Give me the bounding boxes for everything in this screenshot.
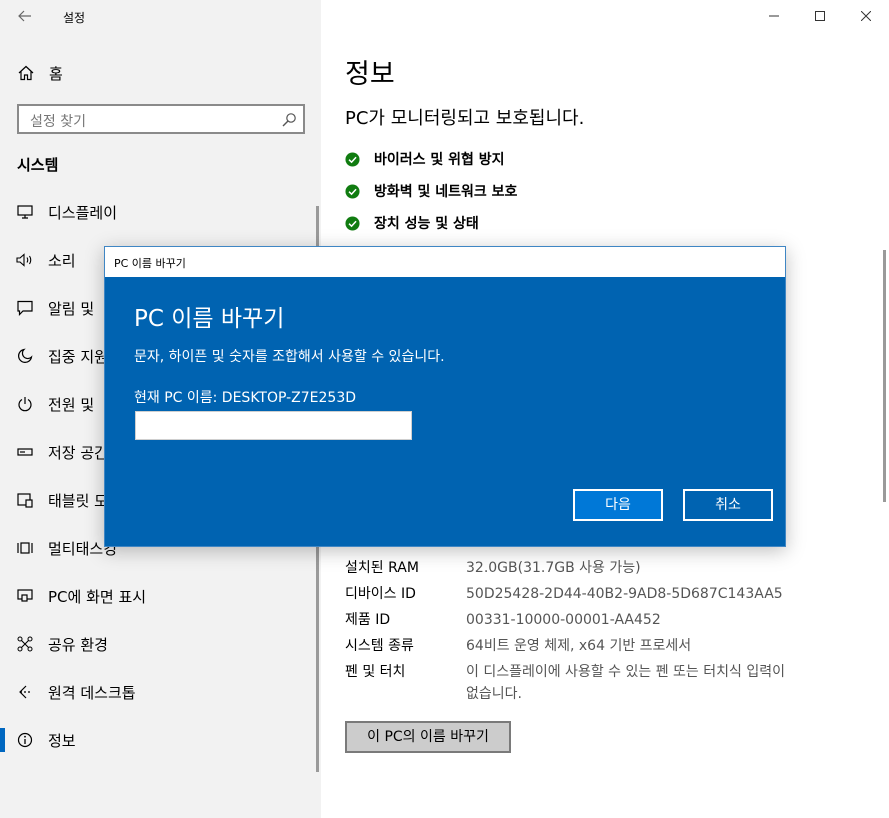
spec-value: 64비트 운영 체제, x64 기반 프로세서: [466, 638, 692, 654]
spec-value: 00331-10000-00001-AA452: [466, 612, 661, 628]
sidebar-item-label: 알림 및: [48, 299, 95, 318]
window-controls: [751, 0, 889, 32]
sidebar-item-display[interactable]: 디스플레이: [0, 192, 321, 232]
remote-icon: [16, 683, 34, 701]
sidebar-item-remote-desktop[interactable]: 원격 데스크톱: [0, 672, 321, 712]
protection-item[interactable]: 방화벽 및 네트워크 보호: [345, 180, 517, 202]
sidebar-item-label: 전원 및: [48, 395, 95, 414]
back-button[interactable]: [12, 4, 38, 28]
spec-value: 50D25428-2D44-40B2-9AD8-5D687C143AA5: [466, 586, 783, 602]
dialog-window-title: PC 이름 바꾸기: [114, 257, 186, 270]
search-box[interactable]: 설정 찾기: [17, 104, 305, 134]
sidebar-item-label: 집중 지원: [48, 347, 108, 366]
sidebar-item-shared[interactable]: 공유 환경: [0, 624, 321, 664]
minimize-button[interactable]: [751, 0, 797, 32]
rename-pc-button[interactable]: 이 PC의 이름 바꾸기: [345, 721, 511, 753]
spec-value: 이 디스플레이에 사용할 수 있는 펜 또는 터치식 입력이 없습니다.: [466, 664, 785, 702]
protection-item[interactable]: 바이러스 및 위협 방지: [345, 148, 505, 170]
dialog-heading: PC 이름 바꾸기: [134, 306, 285, 332]
sidebar-item-label: 디스플레이: [48, 203, 118, 222]
monitor-icon: [16, 203, 34, 221]
rename-pc-dialog: PC 이름 바꾸기 PC 이름 바꾸기 문자, 하이픈 및 숫자를 조합해서 사…: [104, 246, 786, 547]
spec-key: 시스템 종류: [345, 638, 414, 654]
maximize-icon: [815, 11, 825, 21]
next-button[interactable]: 다음: [573, 489, 663, 521]
spec-key: 디바이스 ID: [345, 586, 416, 602]
sidebar-item-about[interactable]: 정보: [0, 720, 321, 760]
spec-key: 펜 및 터치: [345, 664, 406, 680]
current-pc-name: 현재 PC 이름: DESKTOP-Z7E253D: [134, 390, 357, 406]
back-arrow-icon: [18, 10, 31, 22]
page-title: 정보: [345, 59, 395, 90]
check-circle-icon: [345, 183, 360, 199]
minimize-icon: [769, 15, 779, 17]
protection-label: 장치 성능 및 상태: [374, 216, 479, 232]
protection-status-text: PC가 모니터링되고 보호됩니다.: [345, 108, 585, 129]
sidebar-item-label: 정보: [48, 731, 76, 750]
protection-label: 바이러스 및 위협 방지: [374, 152, 505, 168]
search-placeholder: 설정 찾기: [30, 114, 86, 130]
sidebar-item-label: 저장 공간: [48, 443, 108, 462]
info-icon: [16, 731, 34, 749]
spec-key: 설치된 RAM: [345, 560, 419, 576]
section-title: 시스템: [17, 156, 59, 174]
home-label: 홈: [49, 64, 63, 83]
search-icon[interactable]: [281, 112, 297, 128]
notification-icon: [16, 299, 34, 317]
moon-icon: [16, 347, 34, 365]
protection-item[interactable]: 장치 성능 및 상태: [345, 212, 479, 234]
power-icon: [16, 395, 34, 413]
sidebar-item-project[interactable]: PC에 화면 표시: [0, 576, 321, 616]
dialog-description: 문자, 하이픈 및 숫자를 조합해서 사용할 수 있습니다.: [134, 349, 445, 365]
storage-icon: [16, 443, 34, 461]
sidebar-item-label: 원격 데스크톱: [48, 683, 136, 702]
app-title: 설정: [63, 11, 86, 25]
cancel-button[interactable]: 취소: [683, 489, 773, 521]
check-circle-icon: [345, 215, 360, 231]
close-button[interactable]: [843, 0, 889, 32]
spec-key: 제품 ID: [345, 612, 391, 628]
speaker-icon: [16, 251, 34, 269]
dialog-title-bar: PC 이름 바꾸기: [105, 247, 785, 277]
content-scrollbar[interactable]: [883, 250, 886, 502]
sidebar-item-label: 공유 환경: [48, 635, 108, 654]
close-icon: [861, 11, 871, 21]
new-pc-name-input[interactable]: [135, 411, 412, 440]
share-icon: [16, 635, 34, 653]
check-circle-icon: [345, 151, 360, 167]
spec-value: 32.0GB(31.7GB 사용 가능): [466, 560, 641, 576]
title-bar: 설정: [0, 0, 321, 32]
maximize-button[interactable]: [797, 0, 843, 32]
tablet-icon: [16, 491, 34, 509]
home-link[interactable]: 홈: [17, 60, 63, 86]
project-icon: [16, 587, 34, 605]
protection-label: 방화벽 및 네트워크 보호: [374, 184, 518, 200]
sidebar-item-label: PC에 화면 표시: [48, 587, 147, 606]
sidebar-item-label: 소리: [48, 251, 76, 270]
multitask-icon: [16, 539, 34, 557]
home-icon: [18, 65, 34, 81]
